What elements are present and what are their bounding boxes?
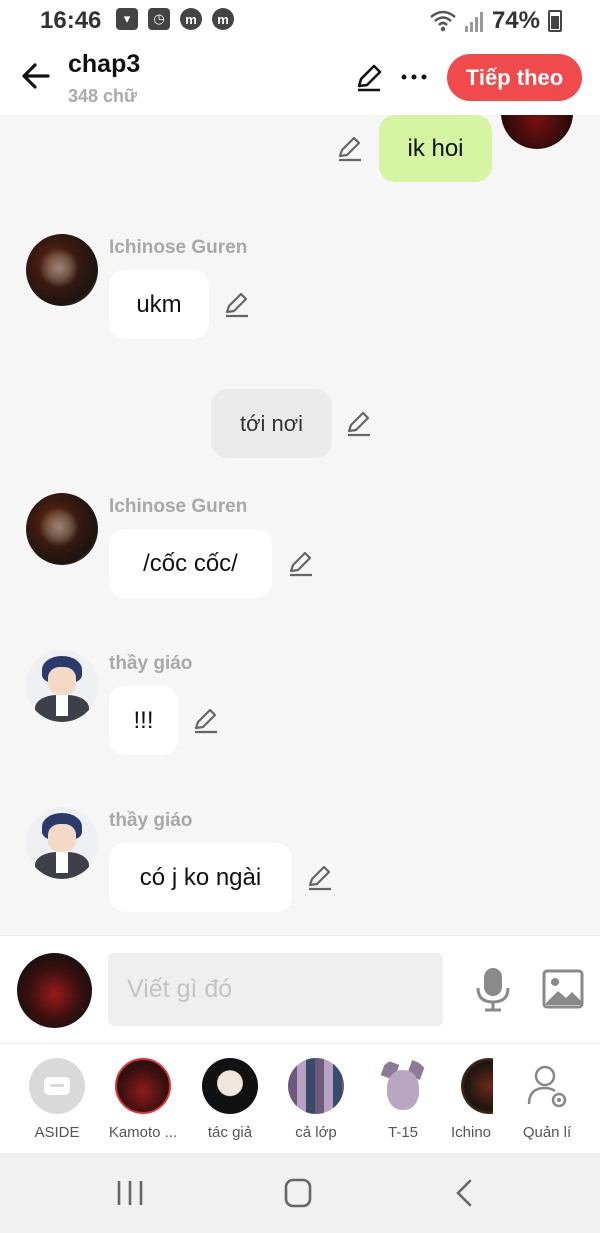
avatar [115,1058,171,1114]
character-bar: ASIDE Kamoto ... tác giả cả lớp T-15 Ich… [0,1043,600,1153]
narration-bubble[interactable]: tới nơi [211,389,332,458]
header: chap3 348 chữ Tiếp theo [0,40,600,115]
status-time: 16:46 [40,7,102,34]
character-label: cả lớp [295,1124,337,1141]
character-aside[interactable]: ASIDE [17,1058,97,1148]
system-nav-bar [0,1153,600,1233]
character-tac-gia[interactable]: tác giả [190,1058,270,1148]
message-bubble[interactable]: có j ko ngài [109,843,292,912]
composer-bar [0,935,600,1043]
m-app-icon: m [212,8,234,30]
character-kamoto[interactable]: Kamoto ... [103,1058,183,1148]
avatar[interactable] [26,234,98,306]
current-character-avatar[interactable] [17,953,92,1028]
message-bubble[interactable]: !!! [109,686,178,755]
character-ichino[interactable]: Ichino [449,1058,493,1148]
more-options-icon[interactable] [399,62,429,92]
signal-icon [464,12,483,32]
aside-icon [29,1058,85,1114]
edit-message-pencil-icon[interactable] [336,134,364,162]
back-arrow-icon[interactable] [18,58,54,94]
avatar [461,1058,493,1114]
message-bubble[interactable]: ukm [109,270,209,339]
avatar[interactable] [501,115,573,149]
back-nav-icon[interactable] [446,1177,486,1209]
character-label: ASIDE [34,1124,80,1141]
avatar[interactable] [26,650,98,722]
character-label: Quản lí [522,1124,572,1141]
edit-message-pencil-icon[interactable] [345,409,373,437]
home-icon[interactable] [278,1177,318,1209]
next-button[interactable]: Tiếp theo [447,54,582,101]
wifi-icon [430,10,456,32]
message-bubble[interactable]: /cốc cốc/ [109,529,272,598]
word-count: 348 chữ [68,86,138,106]
status-bar: 16:46 ▾ ◷ m m 74% [0,0,600,40]
sender-name: thầy giáo [109,653,193,674]
sender-name: thầy giáo [109,810,193,831]
character-label: tác giả [207,1124,253,1141]
edit-message-pencil-icon[interactable] [192,706,220,734]
notification-icons: ▾ ◷ m m [116,8,234,30]
character-label: Kamoto ... [108,1124,178,1141]
m-app-icon: m [180,8,202,30]
image-icon[interactable] [542,969,584,1009]
battery-percent: 74% [491,7,540,34]
manage-characters-button[interactable]: Quản lí [507,1058,587,1148]
edit-message-pencil-icon[interactable] [287,549,315,577]
clock-app-icon: ◷ [148,8,170,30]
character-label: Ichino [451,1124,492,1141]
sender-name: Ichinose Guren [109,237,248,258]
avatar[interactable] [26,493,98,565]
character-t15[interactable]: T-15 [363,1058,443,1148]
microphone-icon[interactable] [473,966,513,1012]
chat-area[interactable]: ik hoi Ichinose Guren ukm tới nơi Ichino… [0,115,600,935]
battery-icon [548,10,562,32]
avatar [202,1058,258,1114]
edit-pencil-icon[interactable] [354,62,384,92]
page-title: chap3 [68,50,141,78]
message-input[interactable] [108,953,443,1026]
avatar [375,1058,431,1114]
character-label: T-15 [387,1124,418,1141]
edit-message-pencil-icon[interactable] [223,290,251,318]
avatar [288,1058,344,1114]
avatar[interactable] [26,807,98,879]
sender-name: Ichinose Guren [109,496,248,517]
edit-message-pencil-icon[interactable] [306,863,334,891]
message-bubble-self[interactable]: ik hoi [379,115,492,182]
character-ca-lop[interactable]: cả lớp [276,1058,356,1148]
recent-apps-icon[interactable] [110,1177,150,1209]
shopping-bag-icon: ▾ [116,8,138,30]
status-right: 74% [430,7,562,35]
user-settings-icon [519,1058,575,1114]
